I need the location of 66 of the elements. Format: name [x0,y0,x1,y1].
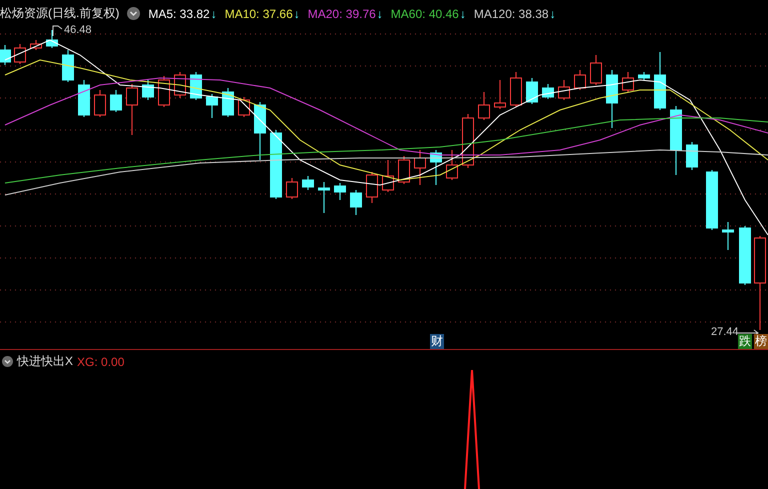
moving-average-value: MA120: 38.38 [474,6,549,20]
event-tag[interactable]: 跌 [738,334,752,349]
candlestick [62,50,74,82]
candlestick [722,222,734,250]
candlestick [414,150,426,186]
candlestick [622,72,634,92]
candlestick [542,84,554,100]
candlestick [14,44,26,64]
flag-icon [52,26,62,36]
event-tag[interactable]: 财 [430,334,444,349]
candlestick [494,80,506,110]
candlestick [654,52,666,110]
candlestick [430,150,442,186]
candlestick [206,94,218,118]
indicator-value: XG: 0.00 [77,354,124,368]
candlestick [30,40,42,50]
down-arrow: ↓ [460,6,466,20]
candlestick [142,80,154,100]
dropdown-icon[interactable] [2,356,13,367]
dropdown-icon[interactable] [127,7,140,20]
down-arrow: ↓ [550,6,556,20]
candlestick [270,130,282,200]
candlestick [0,44,11,66]
candlestick [398,156,410,184]
candlestick [670,106,682,176]
candlestick [302,176,314,190]
candlestick [318,182,330,214]
candlestick [334,182,346,200]
candlestick [526,78,538,104]
candlestick [574,70,586,90]
candlestick [254,102,266,160]
low-price-label: 27.44 [711,326,739,338]
down-arrow: ↓ [376,6,383,20]
moving-average-value: MA5: 33.82 [148,6,210,20]
candlestick [446,150,458,180]
candlestick [158,76,170,108]
stock-title: 松炀资源(日线.前复权) [0,5,120,22]
candlestick [638,72,650,80]
candlestick [706,170,718,230]
arrow-icon [736,330,759,336]
event-tag[interactable]: 榜 [754,334,768,349]
candlestick [478,92,490,120]
down-arrow: ↓ [294,6,300,20]
candlestick [366,172,378,204]
high-price-label: 46.48 [64,24,92,36]
candlestick [94,90,106,118]
down-arrow: ↓ [210,6,217,20]
moving-average-value: MA20: 39.76 [308,6,376,20]
candlestick [286,178,298,200]
candlestick [462,114,474,168]
candlestick [78,80,90,118]
candlestick [606,70,618,128]
candlestick [126,84,138,136]
candlestick [686,142,698,170]
candlestick [110,90,122,112]
candlestick [382,160,394,192]
candlestick [739,226,751,286]
moving-average-value: MA60: 40.46 [390,6,459,20]
indicator-name: 快进快出X [17,353,74,370]
candlestick [510,72,522,108]
candlestick [222,88,234,118]
candlestick [590,54,602,86]
candlestick [558,80,570,100]
candlestick [350,190,362,216]
candlestick [46,30,58,48]
moving-average-value: MA10: 37.66 [224,6,293,20]
